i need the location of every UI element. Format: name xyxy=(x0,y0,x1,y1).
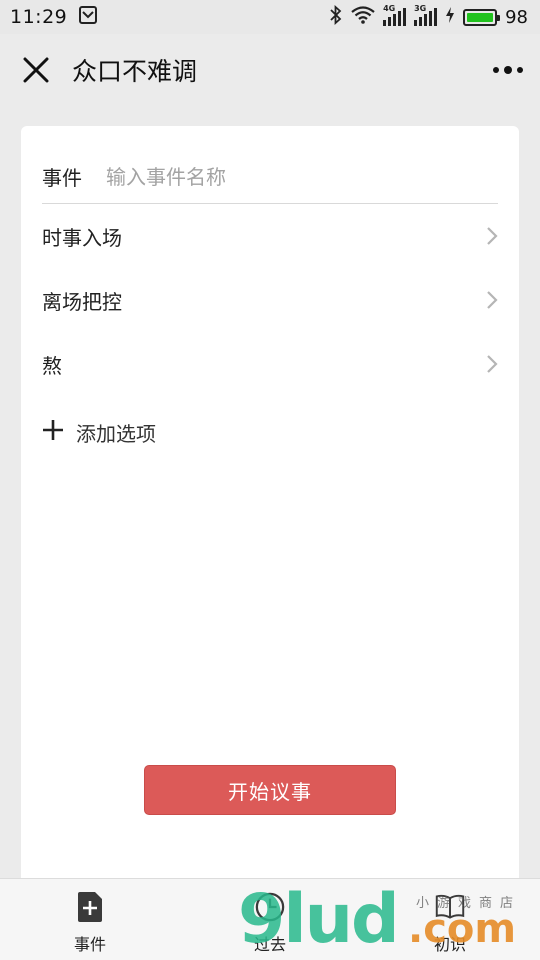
status-time: 11:29 xyxy=(10,6,68,28)
more-icon-dot xyxy=(504,66,512,74)
nav-bar: 众口不难调 xyxy=(0,34,540,106)
tab-label: 过去 xyxy=(253,935,286,954)
page-title: 众口不难调 xyxy=(72,57,198,86)
more-icon-dot xyxy=(517,67,523,73)
option-label: 时事入场 xyxy=(42,225,122,250)
signal-4g-icon: 4G xyxy=(383,4,407,26)
option-label: 离场把控 xyxy=(42,289,122,314)
notification-icon xyxy=(79,6,98,28)
event-form-card: 事件 时事入场 离场把控 熬 添加选项 开始议事 xyxy=(21,126,519,886)
option-item[interactable]: 离场把控 xyxy=(42,268,498,332)
tab-event[interactable]: 事件 xyxy=(0,879,180,960)
option-label: 熬 xyxy=(42,353,62,378)
add-option-label: 添加选项 xyxy=(76,421,156,446)
battery-percent: 98 xyxy=(505,6,528,28)
close-button[interactable] xyxy=(0,34,72,106)
net-type-label: 4G xyxy=(383,4,396,13)
event-name-input[interactable] xyxy=(106,164,498,189)
option-item[interactable]: 熬 xyxy=(42,332,498,396)
add-option-button[interactable]: 添加选项 xyxy=(42,400,498,464)
tab-label: 事件 xyxy=(73,935,106,954)
tab-label: 初识 xyxy=(433,935,466,954)
tab-bar: 事件 过去 初识 xyxy=(0,878,540,960)
event-label: 事件 xyxy=(42,166,82,190)
wifi-icon xyxy=(351,6,375,28)
book-icon xyxy=(435,891,465,923)
status-bar: 11:29 4G 3G 98 xyxy=(0,0,540,34)
chevron-right-icon xyxy=(486,354,498,374)
event-name-row: 事件 xyxy=(42,150,498,204)
tab-intro[interactable]: 初识 xyxy=(360,879,540,960)
chevron-right-icon xyxy=(486,290,498,310)
clock-icon xyxy=(255,891,285,923)
more-icon xyxy=(493,67,499,73)
net-type-label: 3G xyxy=(414,4,427,13)
document-plus-icon xyxy=(75,891,105,923)
tab-past[interactable]: 过去 xyxy=(180,879,360,960)
more-menu-button[interactable] xyxy=(488,56,528,84)
plus-icon xyxy=(42,419,64,445)
signal-3g-icon: 3G xyxy=(414,4,438,26)
close-icon xyxy=(23,57,49,83)
start-discussion-button[interactable]: 开始议事 xyxy=(144,765,396,815)
bluetooth-icon xyxy=(329,4,343,29)
charging-icon xyxy=(445,6,455,28)
option-item[interactable]: 时事入场 xyxy=(42,204,498,268)
battery-icon xyxy=(463,8,501,26)
chevron-right-icon xyxy=(486,226,498,246)
